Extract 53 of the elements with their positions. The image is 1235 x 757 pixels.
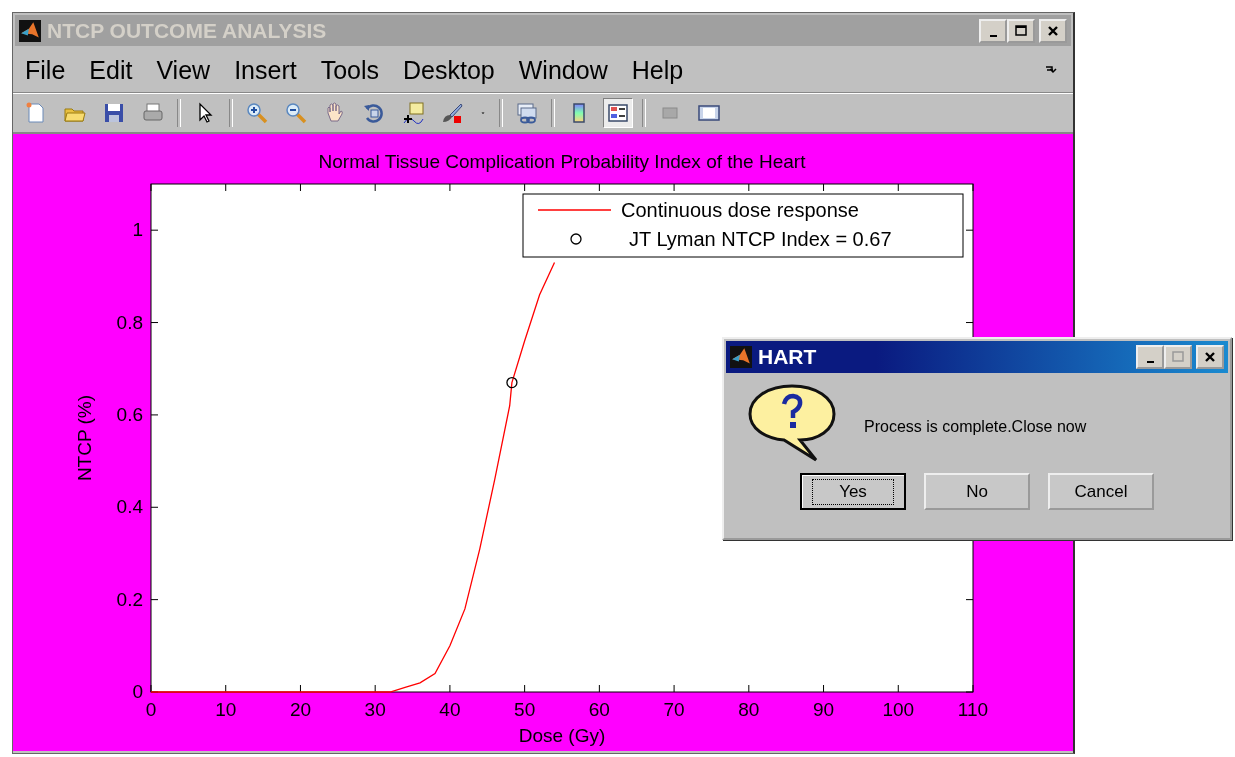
minimize-icon <box>989 34 997 37</box>
x-tick-label: 60 <box>588 699 610 720</box>
menu-item[interactable]: Window <box>518 55 608 85</box>
menu-item[interactable]: Tools <box>320 55 380 85</box>
minimize-icon <box>1146 361 1154 363</box>
menu-item[interactable]: File <box>25 55 66 85</box>
legend-label: JT Lyman NTCP Index = 0.67 <box>629 228 892 250</box>
x-tick-label: 30 <box>364 699 386 720</box>
chart-title: Normal Tissue Complication Probability Index of the Heart <box>318 151 806 172</box>
y-axis-label: NTCP (%) <box>74 394 95 482</box>
y-tick-label: 0 <box>132 681 143 702</box>
legend-marker-icon <box>570 233 582 245</box>
x-axis-label: Dose (Gy) <box>518 725 606 746</box>
menu-item[interactable]: View <box>156 55 211 85</box>
dialog-button[interactable]: Cancel <box>1048 473 1154 510</box>
dock-arrow-icon[interactable] <box>1045 65 1057 75</box>
x-tick-label: 100 <box>882 699 915 720</box>
x-tick-label: 70 <box>663 699 685 720</box>
minimize-button[interactable] <box>1136 345 1164 369</box>
x-tick-label: 110 <box>957 699 989 720</box>
close-button[interactable] <box>1039 18 1067 43</box>
x-tick-label: 0 <box>145 699 157 720</box>
maximize-icon <box>1015 24 1027 37</box>
close-icon <box>1204 351 1216 363</box>
dialog-title: HART <box>758 345 817 369</box>
y-tick-label: 0.8 <box>116 311 143 333</box>
legend-line-icon <box>537 209 612 211</box>
x-tick-label: 50 <box>514 699 536 720</box>
menu-item[interactable]: Help <box>631 55 684 85</box>
legend-icon[interactable] <box>603 98 633 128</box>
y-tick-label: 1 <box>132 219 143 241</box>
menu-item[interactable]: Desktop <box>403 55 495 85</box>
x-tick-label: 80 <box>738 699 760 720</box>
menu-item[interactable]: Insert <box>234 55 297 85</box>
logo-icon <box>19 19 41 42</box>
close-icon <box>1047 24 1059 37</box>
menu-item[interactable]: Edit <box>89 55 133 85</box>
logo-icon <box>730 346 752 368</box>
x-tick-label: 90 <box>813 699 835 720</box>
x-tick-label: 10 <box>215 699 237 720</box>
y-tick-label: 0.2 <box>116 588 143 610</box>
y-tick-label: 0.4 <box>116 496 143 518</box>
close-button[interactable] <box>1196 345 1224 369</box>
dialog-button[interactable]: No <box>924 473 1030 510</box>
x-tick-label: 40 <box>439 699 461 720</box>
x-tick-label: 20 <box>289 699 311 720</box>
dialog-message: Process is complete.Close now <box>864 418 1087 436</box>
maximize-button[interactable] <box>1007 18 1035 43</box>
maximize-icon <box>1172 351 1184 363</box>
question-bubble-icon <box>746 382 838 464</box>
legend-label: Continuous dose response <box>621 199 859 221</box>
y-tick-label: 0.6 <box>116 403 143 425</box>
dialog-button[interactable]: Yes <box>800 473 906 510</box>
